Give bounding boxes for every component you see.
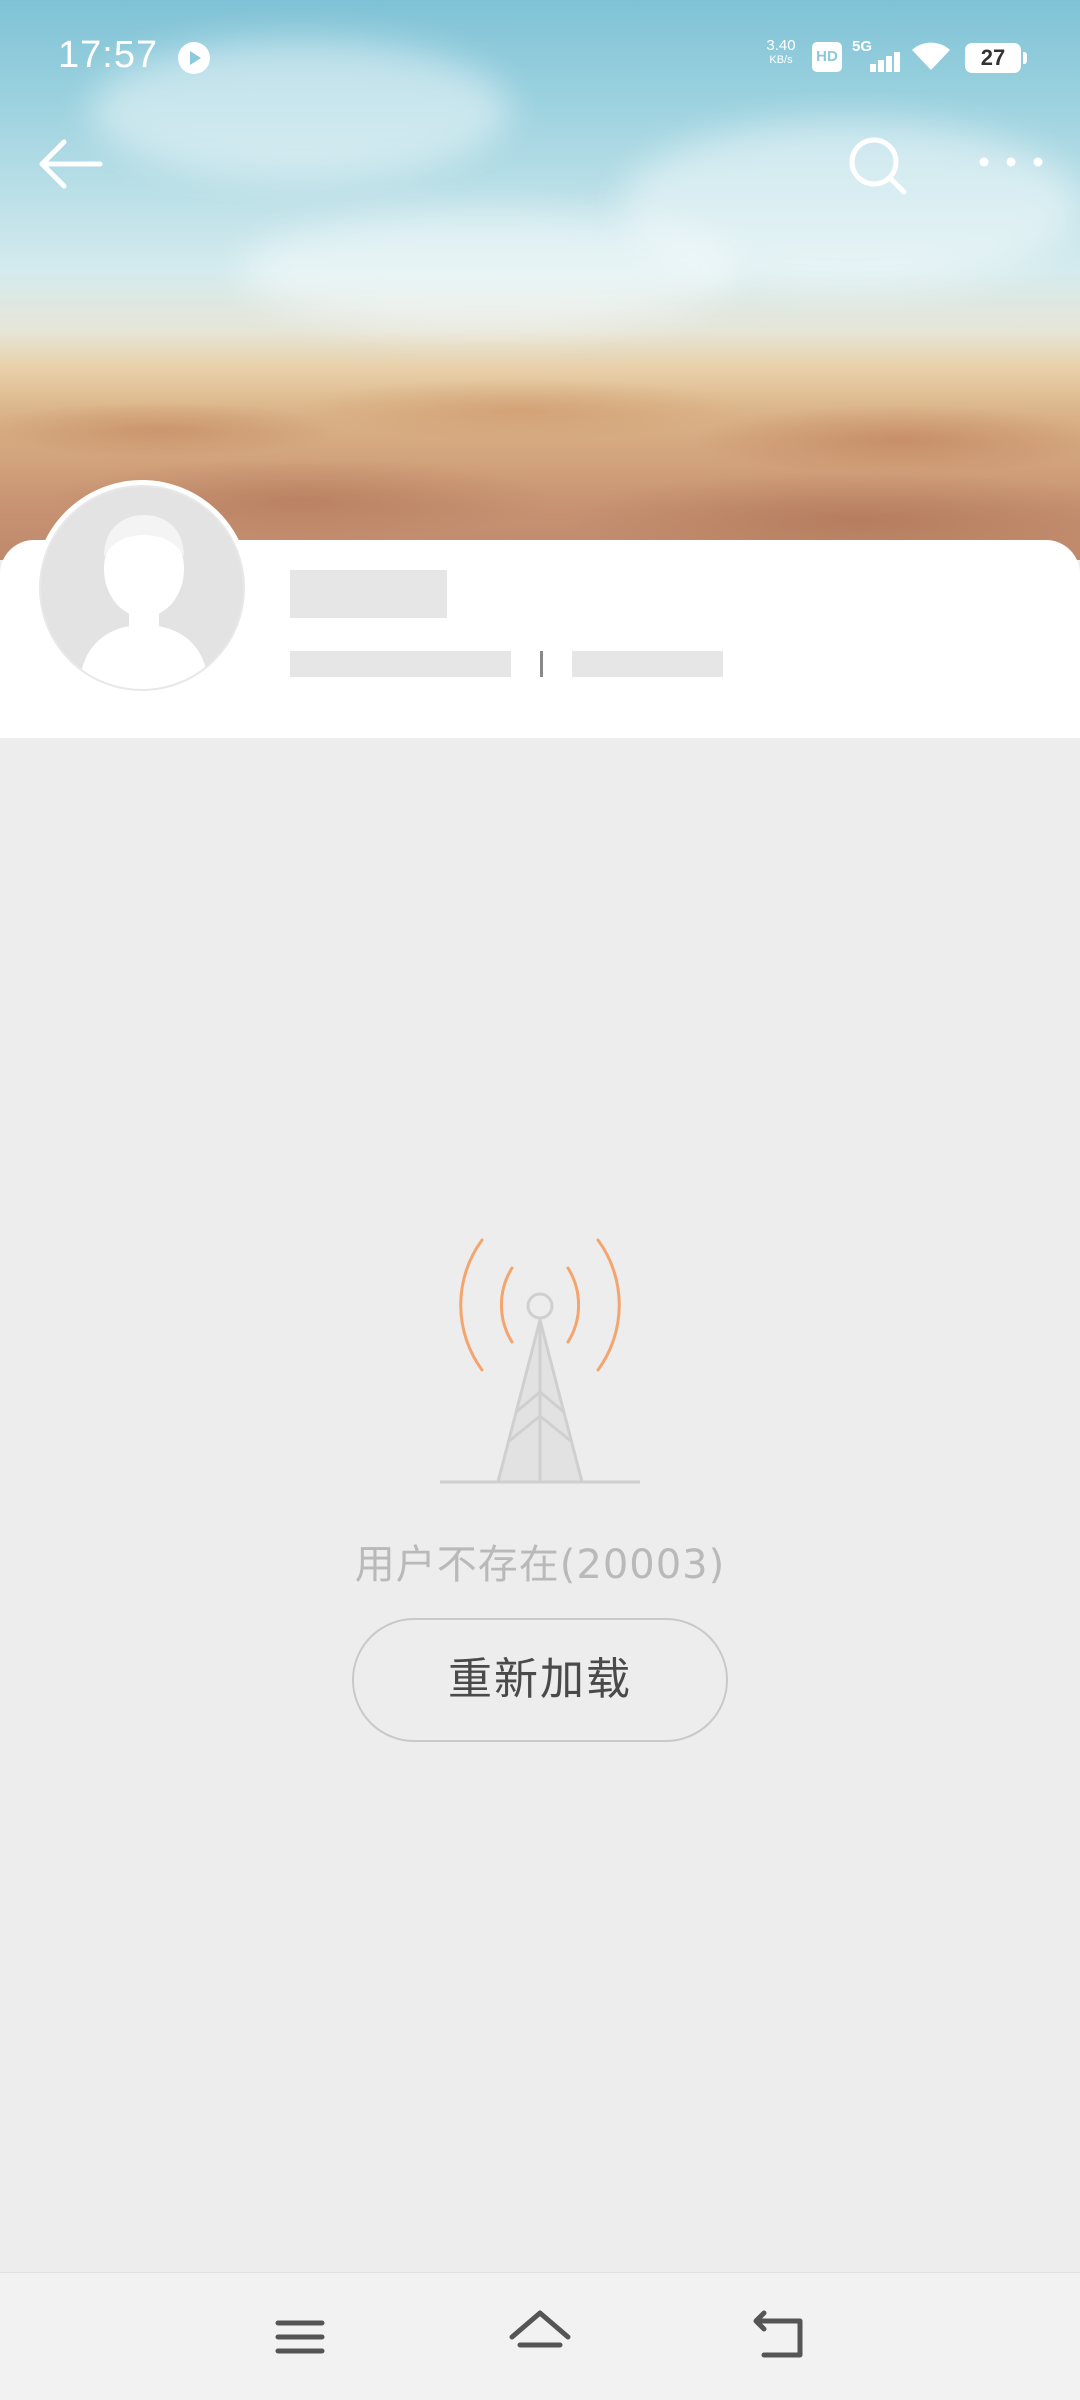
search-button[interactable] (832, 120, 922, 210)
menu-icon (275, 2320, 325, 2354)
home-icon (509, 2310, 571, 2348)
network-speed: 3.40 KB/s (758, 37, 804, 67)
network-speed-value: 3.40 (766, 37, 796, 54)
network-speed-unit: KB/s (769, 54, 793, 66)
back-button[interactable] (24, 120, 114, 210)
signal-tower-icon (440, 1238, 640, 1484)
reload-button[interactable]: 重新加载 (352, 1618, 728, 1742)
battery-indicator: 27 (965, 43, 1027, 73)
more-options-button[interactable] (966, 120, 1056, 210)
status-bar: 17:57 3.40 KB/s HD 5G 27 (0, 0, 1080, 116)
app-root: 17:57 3.40 KB/s HD 5G 27 用户不存在(20003) 重新… (0, 0, 1080, 2400)
meta-placeholder-2 (572, 651, 723, 677)
play-circle-icon (178, 42, 210, 74)
wifi-icon (912, 42, 950, 70)
signal-label: 5G (852, 38, 873, 55)
meta-placeholder-1 (290, 651, 511, 677)
cell-signal-icon: 5G (852, 38, 902, 74)
search-icon (849, 137, 907, 195)
meta-divider (540, 651, 543, 677)
home-button[interactable] (500, 2297, 580, 2377)
status-time: 17:57 (58, 34, 159, 76)
return-icon (753, 2310, 803, 2358)
error-message: 用户不存在(20003) (354, 1542, 726, 1588)
hd-badge: HD (812, 42, 842, 72)
more-dots-icon (979, 157, 1043, 167)
system-navigation-bar (0, 2272, 1080, 2400)
default-avatar-icon (39, 485, 245, 691)
menu-button[interactable] (260, 2297, 340, 2377)
back-arrow-icon (39, 139, 103, 189)
back-nav-button[interactable] (740, 2297, 820, 2377)
name-placeholder (290, 570, 447, 618)
avatar[interactable] (34, 480, 250, 696)
